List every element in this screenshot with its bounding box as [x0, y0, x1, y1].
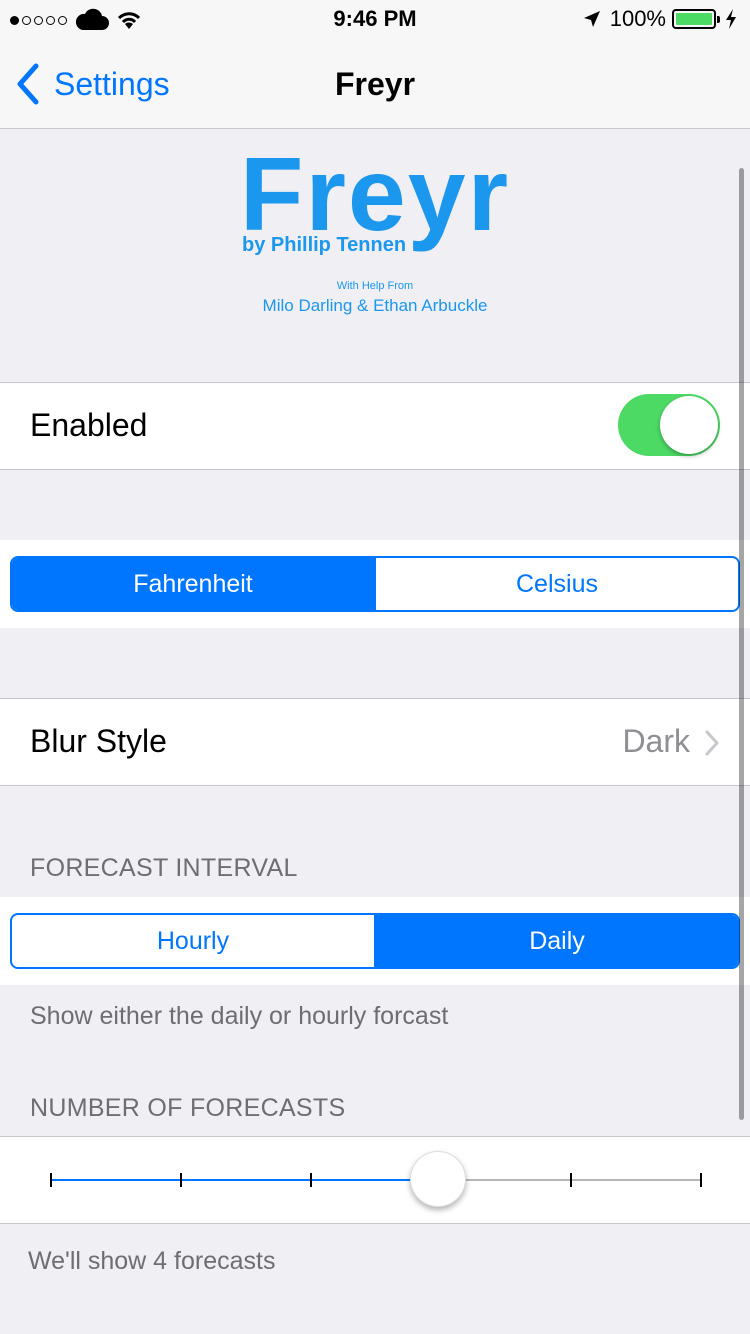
- slider-tick: [50, 1173, 52, 1187]
- enabled-toggle[interactable]: [618, 394, 720, 456]
- location-arrow-icon: [583, 11, 600, 27]
- charging-bolt-icon: [726, 9, 736, 29]
- page-title: Freyr: [334, 66, 416, 102]
- units-row: Fahrenheit Celsius: [0, 540, 750, 628]
- toggle-knob: [660, 396, 718, 454]
- units-segmented-control: Fahrenheit Celsius: [10, 556, 740, 612]
- number-of-forecasts-row: [0, 1136, 750, 1224]
- scrollbar[interactable]: [739, 168, 744, 1120]
- segment-celsius[interactable]: Celsius: [374, 558, 738, 610]
- number-of-forecasts-header: NUMBER OF FORECASTS: [30, 1094, 346, 1122]
- blur-style-label: Blur Style: [30, 723, 167, 759]
- enabled-label: Enabled: [30, 407, 148, 443]
- logo-help-names: Milo Darling & Ethan Arbuckle: [262, 296, 488, 315]
- status-bar: 9:46 PM 100%: [0, 0, 750, 40]
- enabled-row: Enabled: [0, 382, 750, 470]
- slider-thumb[interactable]: [410, 1151, 466, 1207]
- slider-track-filled: [50, 1179, 439, 1181]
- slider-tick: [700, 1173, 702, 1187]
- forecast-interval-row: Hourly Daily: [0, 897, 750, 985]
- chevron-right-icon: [705, 730, 719, 756]
- battery-percentage: 100%: [609, 6, 666, 31]
- battery-icon: [672, 9, 720, 29]
- slider-tick: [310, 1173, 312, 1187]
- blur-style-row[interactable]: Blur Style Dark: [0, 698, 750, 786]
- forecast-interval-footer: Show either the daily or hourly forcast: [30, 1002, 449, 1030]
- blur-style-value: Dark: [622, 723, 690, 759]
- status-right: 100%: [582, 6, 738, 32]
- number-of-forecasts-footer: We'll show 4 forecasts: [28, 1247, 276, 1275]
- forecast-interval-segmented-control: Hourly Daily: [10, 913, 740, 969]
- navigation-bar: Settings Freyr: [0, 40, 750, 129]
- segment-hourly[interactable]: Hourly: [12, 915, 374, 967]
- logo-byline: by Phillip Tennen: [242, 234, 407, 256]
- forecast-count-slider[interactable]: [50, 1151, 702, 1207]
- segment-fahrenheit[interactable]: Fahrenheit: [12, 558, 374, 610]
- slider-tick: [180, 1173, 182, 1187]
- segment-daily[interactable]: Daily: [374, 915, 738, 967]
- battery-level-fill: [676, 13, 712, 25]
- app-logo: Freyr by Phillip Tennen With Help From M…: [0, 140, 750, 315]
- logo-help-label: With Help From: [336, 280, 414, 292]
- forecast-interval-header: FORECAST INTERVAL: [30, 854, 298, 882]
- slider-tick: [570, 1173, 572, 1187]
